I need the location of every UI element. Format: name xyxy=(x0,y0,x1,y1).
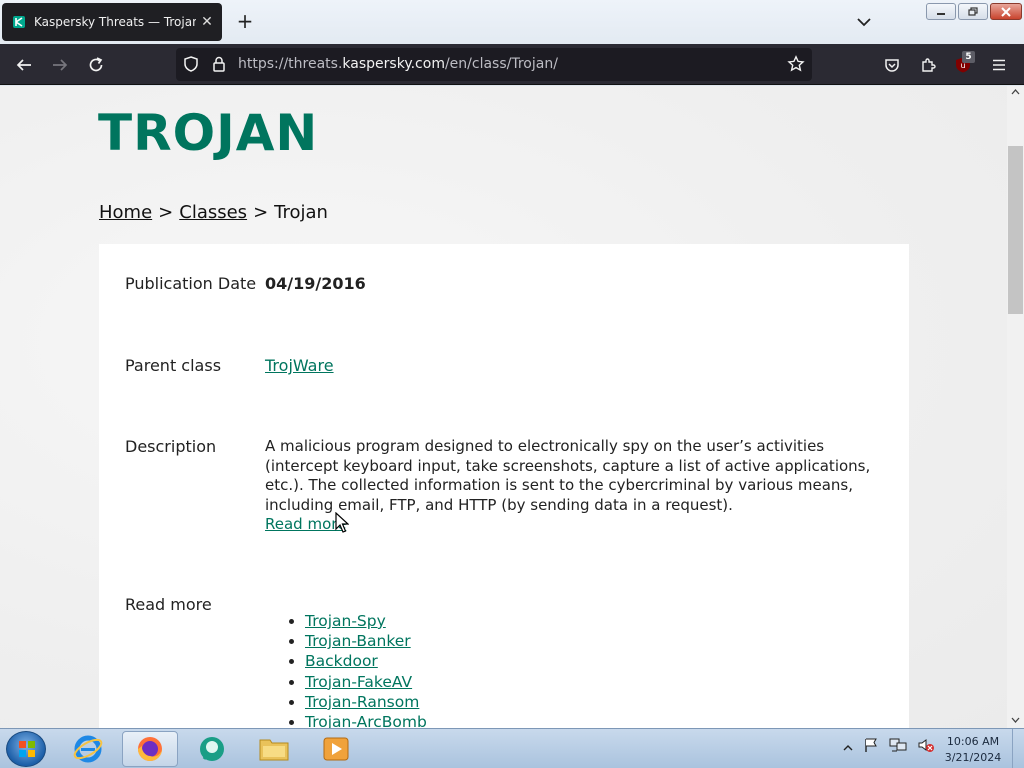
show-desktop-button[interactable] xyxy=(1012,729,1024,768)
threat-info-card: Publication Date 04/19/2016 Parent class… xyxy=(99,244,909,728)
mouse-cursor-icon xyxy=(335,512,349,533)
parent-class-link[interactable]: TrojWare xyxy=(265,356,334,375)
breadcrumb-current: Trojan xyxy=(274,202,328,223)
new-tab-button[interactable]: + xyxy=(234,11,256,33)
shield-icon[interactable] xyxy=(180,53,202,75)
read-more-link-trojan-spy[interactable]: Trojan-Spy xyxy=(305,612,386,630)
read-more-label: Read more xyxy=(125,595,212,614)
file-explorer-icon[interactable] xyxy=(246,731,302,767)
list-item: Trojan-Spy xyxy=(305,611,427,631)
messenger-icon[interactable] xyxy=(184,731,240,767)
media-player-icon[interactable] xyxy=(308,731,364,767)
arrow-right-icon[interactable] xyxy=(49,54,71,76)
action-center-flag-icon[interactable] xyxy=(863,737,879,757)
scroll-up-arrow-icon[interactable] xyxy=(1011,89,1020,95)
restore-button[interactable] xyxy=(958,3,988,20)
list-item: Trojan-Ransom xyxy=(305,692,427,712)
scroll-down-arrow-icon[interactable] xyxy=(1011,717,1020,723)
show-hidden-icons-icon[interactable] xyxy=(843,738,853,757)
description-label: Description xyxy=(125,437,217,456)
tab-close-icon[interactable]: ✕ xyxy=(196,14,218,30)
star-icon[interactable] xyxy=(785,53,807,75)
internet-explorer-icon[interactable] xyxy=(60,731,116,767)
clock-time: 10:06 AM xyxy=(946,735,1000,748)
breadcrumb-separator: > xyxy=(158,202,174,223)
list-item: Trojan-Banker xyxy=(305,631,427,651)
address-bar[interactable]: https://threats.kaspersky.com/en/class/T… xyxy=(176,48,812,81)
firefox-icon[interactable] xyxy=(122,731,178,767)
parent-class-value: TrojWare xyxy=(265,356,334,375)
tab-kaspersky-threats[interactable]: Kaspersky Threats — Trojan ✕ xyxy=(2,3,222,41)
url-domain: kaspersky.com xyxy=(342,56,445,72)
list-item: Trojan-ArcBomb xyxy=(305,712,427,728)
scrollbar-thumb[interactable] xyxy=(1008,146,1023,314)
read-more-link-trojan-arcbomb[interactable]: Trojan-ArcBomb xyxy=(305,713,427,728)
minimize-button[interactable] xyxy=(926,3,956,20)
system-tray xyxy=(843,737,935,757)
pocket-icon[interactable] xyxy=(881,54,903,76)
breadcrumb: Home > Classes > Trojan xyxy=(99,202,328,223)
description-text-block: A malicious program designed to electron… xyxy=(265,437,885,535)
breadcrumb-separator: > xyxy=(253,202,269,223)
start-button-windows-icon[interactable] xyxy=(6,731,46,767)
breadcrumb-classes-link[interactable]: Classes xyxy=(179,202,247,223)
network-icon[interactable] xyxy=(889,737,907,757)
parent-class-label: Parent class xyxy=(125,356,222,375)
url-prefix: https://threats. xyxy=(238,56,343,72)
arrow-left-icon[interactable] xyxy=(13,54,35,76)
close-window-button[interactable] xyxy=(990,3,1022,20)
clock-date: 3/21/2024 xyxy=(944,751,1002,764)
list-item: Backdoor xyxy=(305,651,427,671)
volume-muted-icon[interactable] xyxy=(917,737,935,757)
page-title: TROJAN xyxy=(98,104,319,162)
read-more-link-trojan-fakeav[interactable]: Trojan-FakeAV xyxy=(305,673,412,691)
kaspersky-favicon-icon xyxy=(12,15,26,29)
publication-date-value: 04/19/2016 xyxy=(265,274,366,293)
hamburger-icon[interactable] xyxy=(988,54,1010,76)
reload-icon[interactable] xyxy=(85,54,107,76)
tab-title: Kaspersky Threats — Trojan xyxy=(34,15,196,29)
read-more-link-trojan-banker[interactable]: Trojan-Banker xyxy=(305,632,411,650)
read-more-list: Trojan-Spy Trojan-Banker Backdoor Trojan… xyxy=(285,611,427,728)
read-more-link-backdoor[interactable]: Backdoor xyxy=(305,652,378,670)
read-more-link-trojan-ransom[interactable]: Trojan-Ransom xyxy=(305,693,419,711)
url-path: /en/class/Trojan/ xyxy=(444,56,558,72)
puzzle-icon[interactable] xyxy=(917,54,939,76)
browser-titlebar: Kaspersky Threats — Trojan ✕ + xyxy=(0,0,1024,44)
taskbar-clock[interactable]: 10:06 AM 3/21/2024 xyxy=(940,734,1006,766)
window-controls xyxy=(926,3,1022,20)
publication-date-label: Publication Date xyxy=(125,274,257,293)
list-all-tabs-chevron-down-icon[interactable] xyxy=(854,12,874,32)
extension-badge: 5 xyxy=(962,51,975,63)
url-text[interactable]: https://threats.kaspersky.com/en/class/T… xyxy=(238,56,558,72)
list-item: Trojan-FakeAV xyxy=(305,672,427,692)
lock-icon[interactable] xyxy=(208,53,230,75)
windows-taskbar: 10:06 AM 3/21/2024 xyxy=(0,728,1024,768)
breadcrumb-home-link[interactable]: Home xyxy=(99,202,152,223)
web-page: TROJAN Home > Classes > Trojan Publicati… xyxy=(0,86,1007,728)
browser-navbar: https://threats.kaspersky.com/en/class/T… xyxy=(0,44,1024,85)
description-text: A malicious program designed to electron… xyxy=(265,437,871,514)
